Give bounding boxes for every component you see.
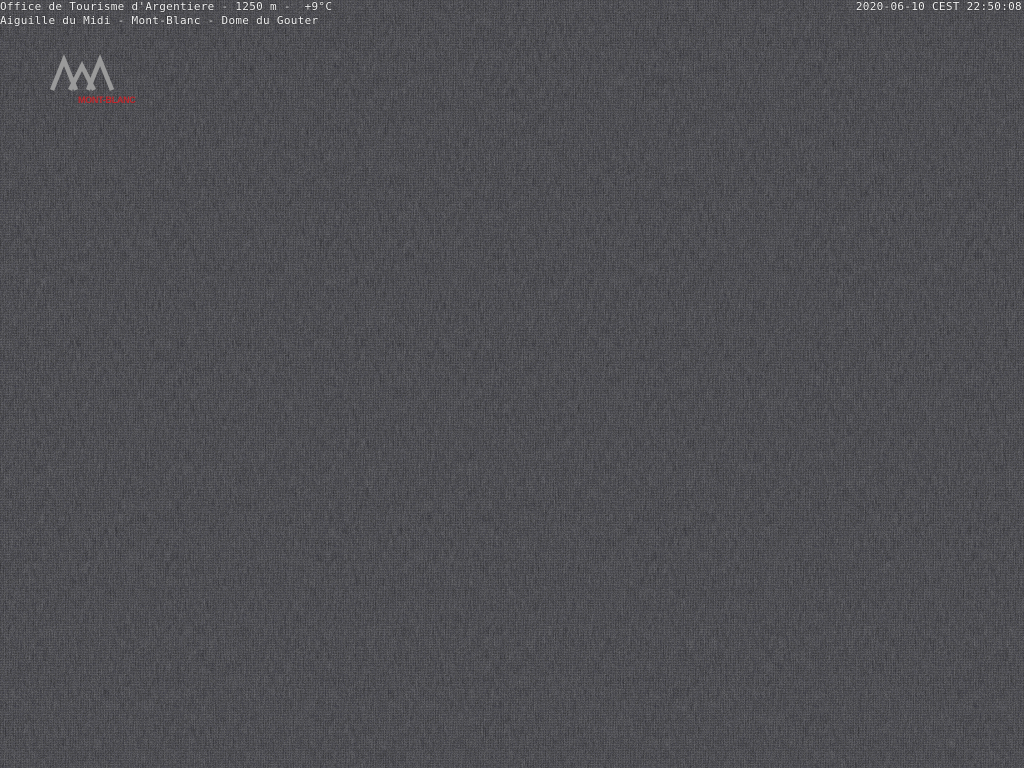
svg-text:MONT-BLANC: MONT-BLANC — [78, 95, 136, 105]
webcam-frame: Office de Tourisme d'Argentiere - 1250 m… — [0, 0, 1024, 768]
mont-blanc-logo: MONT-BLANC — [50, 53, 137, 105]
night-sky-noise — [0, 0, 1024, 768]
camera-view-caption: Aiguille du Midi - Mont-Blanc - Dome du … — [0, 14, 319, 27]
mountain-peaks-icon — [50, 53, 115, 92]
timestamp: 2020-06-10 CEST 22:50:08 — [855, 0, 1022, 13]
camera-location-caption: Office de Tourisme d'Argentiere - 1250 m… — [0, 0, 333, 13]
